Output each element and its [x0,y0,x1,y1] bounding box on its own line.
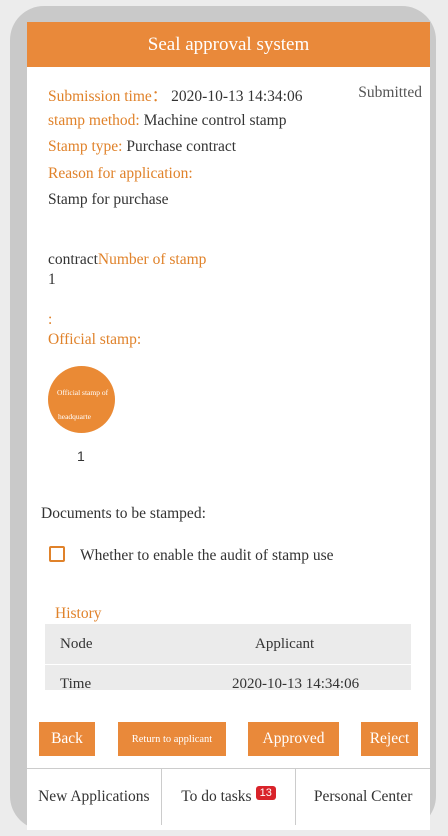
back-button[interactable]: Back [39,722,95,756]
return-to-applicant-button[interactable]: Return to applicant [118,722,226,756]
official-stamp-label: Official stamp: [48,331,142,348]
stamp-type-label: Stamp type: [48,138,123,155]
bottom-tab-bar: New Applications To do tasks 13 Personal… [27,768,430,825]
submission-time-value: 2020-10-13 14:34:06 [171,88,303,105]
number-of-stamp-value: 1 [48,271,56,288]
history-time-value: 2020-10-13 14:34:06 [232,675,360,691]
stamp-method-row: stamp method: Machine control stamp [48,112,286,130]
audit-checkbox-label[interactable]: Whether to enable the audit of stamp use [80,547,334,565]
history-node-key: Node [60,635,93,652]
documents-label: Documents to be stamped: [41,505,206,522]
stamp-type-value: Purchase contract [126,138,237,155]
stamp-method-label: stamp method: [48,112,140,129]
audit-checkbox[interactable] [49,546,65,562]
stamp-type-row: Stamp type: Purchase contract [48,138,236,156]
history-time-key: Time [60,675,92,691]
reject-button[interactable]: Reject [361,722,418,756]
seal-line-1: Official stamp of [57,388,109,397]
app-screen: Seal approval system Submission time： 20… [27,22,430,830]
submission-time-label: Submission time： [48,88,168,105]
history-node-value: Applicant [255,635,315,652]
table-row: Time 2020-10-13 14:34:06 [45,664,411,691]
history-title: History [55,605,102,622]
approved-button[interactable]: Approved [248,722,339,756]
tab-todo-tasks-label: To do tasks [181,788,252,805]
number-of-stamp-label: Number of stamp [97,251,207,268]
reason-value: Stamp for purchase [48,191,169,208]
reason-label: Reason for application: [48,165,193,182]
history-table[interactable]: Node Applicant Time 2020-10-13 14:34:06 [45,624,411,690]
tab-personal-center[interactable]: Personal Center [295,769,430,825]
tab-personal-center-label: Personal Center [313,788,413,805]
status-badge: Submitted [358,84,422,101]
table-row: Node Applicant [45,624,411,665]
seal-count: 1 [77,448,85,464]
page-title: Seal approval system [147,33,310,55]
tab-new-applications[interactable]: New Applications [27,769,161,825]
contract-prefix: contract [48,251,98,268]
tab-new-applications-label: New Applications [38,788,150,805]
stamp-method-value: Machine control stamp [143,112,287,129]
tab-todo-tasks[interactable]: To do tasks 13 [160,769,296,825]
submission-time-row: Submission time： 2020-10-13 14:34:06 [48,84,302,106]
number-of-stamp-row: contractNumber of stamp [48,251,206,269]
seal-line-2: headquarte [58,412,91,421]
title-bar: Seal approval system [27,22,430,67]
official-stamp-seal[interactable]: Official stamp of headquarte [48,366,115,433]
todo-count-badge: 13 [255,786,276,800]
colon-marker: : [48,311,53,328]
